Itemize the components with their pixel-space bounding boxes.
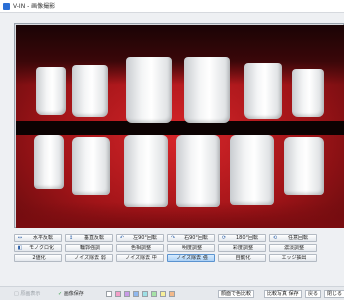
monochrome-button[interactable]: ◧ モノクロ化 xyxy=(14,244,62,252)
tooth-lower xyxy=(176,135,220,207)
tooth-lower xyxy=(34,135,64,189)
color-swatch[interactable] xyxy=(124,291,130,297)
occlusal-gap xyxy=(16,121,344,135)
edge-enhance-button[interactable]: 輪郭強調 xyxy=(65,244,113,252)
tooth-upper xyxy=(126,57,172,123)
rotate-180-icon: ⟳ xyxy=(221,234,227,241)
back-button[interactable]: 戻る xyxy=(305,290,322,298)
image-save-toggle[interactable]: ✓ 画像保存 xyxy=(58,291,84,297)
color-swatch[interactable] xyxy=(169,291,175,297)
tooth-upper xyxy=(36,67,66,115)
comparison-save-button[interactable]: 比較写真 保存 xyxy=(264,290,302,298)
hue-adjust-button[interactable]: 色相調整 xyxy=(116,244,164,252)
rotate-180-button[interactable]: ⟳ 180°回転 xyxy=(218,234,266,242)
image-tools-toolbar: ↔ 水平反転 ↕ 垂直反転 ↶ 左90°回転 ↷ 右90°回転 ⟳ 180°回転… xyxy=(14,234,344,274)
app-icon xyxy=(3,3,10,10)
flip-vertical-button[interactable]: ↕ 垂直反転 xyxy=(65,234,113,242)
saturation-adjust-button[interactable]: 彩度調整 xyxy=(218,244,266,252)
original-view-toggle[interactable]: □ 原画表示 xyxy=(14,291,40,297)
rotate-right-icon: ↷ xyxy=(170,234,176,241)
free-rotate-button[interactable]: ⟲ 任意回転 xyxy=(269,234,317,242)
color-swatch[interactable] xyxy=(115,291,121,297)
rotate-left-button[interactable]: ↶ 左90°回転 xyxy=(116,234,164,242)
color-swatch[interactable] xyxy=(133,291,139,297)
tooth-upper xyxy=(72,65,108,117)
tooth-lower xyxy=(284,137,324,195)
teeth-image xyxy=(16,25,344,228)
rotate-left-icon: ↶ xyxy=(119,234,125,241)
monochrome-icon: ◧ xyxy=(17,244,23,251)
edge-extract-button[interactable]: エッジ抽出 xyxy=(269,254,317,262)
denoise-strong-button[interactable]: ノイズ除去 強 xyxy=(167,254,215,262)
image-frame xyxy=(14,23,344,228)
face-color-compare-button[interactable]: 顔面で色比較 xyxy=(218,290,255,298)
auto-button[interactable]: 自動化 xyxy=(218,254,266,262)
brightness-adjust-button[interactable]: 明度調整 xyxy=(167,244,215,252)
tooth-upper xyxy=(244,63,282,119)
flip-vertical-icon: ↕ xyxy=(68,234,74,241)
bottom-bar: □ 原画表示 ✓ 画像保存 顔面で色比較 比較写真 保存 戻る 閉じる xyxy=(0,286,344,300)
denoise-medium-button[interactable]: ノイズ除去 中 xyxy=(116,254,164,262)
title-bar: V-IN - 画像撮影 xyxy=(0,0,344,13)
tooth-lower xyxy=(124,135,168,207)
color-swatch[interactable] xyxy=(106,291,112,297)
rotate-right-button[interactable]: ↷ 右90°回転 xyxy=(167,234,215,242)
window-title: V-IN - 画像撮影 xyxy=(13,3,56,10)
color-swatch[interactable] xyxy=(151,291,157,297)
flip-horizontal-icon: ↔ xyxy=(17,234,23,241)
tooth-lower xyxy=(230,135,274,205)
color-swatch[interactable] xyxy=(160,291,166,297)
color-swatch[interactable] xyxy=(142,291,148,297)
tooth-lower xyxy=(72,137,110,195)
close-button[interactable]: 閉じる xyxy=(324,290,344,298)
contrast-adjust-button[interactable]: 濃淡調整 xyxy=(269,244,317,252)
flip-horizontal-button[interactable]: ↔ 水平反転 xyxy=(14,234,62,242)
tooth-upper xyxy=(184,57,230,123)
tooth-upper xyxy=(292,69,324,117)
free-rotate-icon: ⟲ xyxy=(272,234,278,241)
binarize-button[interactable]: 2値化 xyxy=(14,254,62,262)
denoise-weak-button[interactable]: ノイズ除去 弱 xyxy=(65,254,113,262)
